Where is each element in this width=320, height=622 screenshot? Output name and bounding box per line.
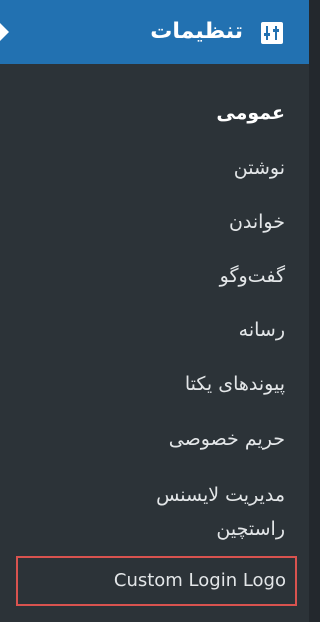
- submenu-item-general[interactable]: عمومی: [216, 100, 285, 126]
- submenu-item-media[interactable]: رسانه: [239, 317, 285, 343]
- submenu-item-permalinks[interactable]: پیوندهای یکتا: [185, 371, 285, 397]
- settings-menu-header[interactable]: تنظیمات: [0, 0, 309, 64]
- menu-title: تنظیمات: [150, 19, 243, 44]
- submenu-item-discussion[interactable]: گفت‌وگو: [220, 263, 285, 289]
- submenu-item-privacy[interactable]: حریم خصوصی: [169, 426, 285, 452]
- settings-submenu: عمومی نوشتن خواندن گفت‌وگو رسانه پیوندها…: [0, 64, 309, 622]
- submenu-item-writing[interactable]: نوشتن: [234, 155, 285, 181]
- submenu-item-reading[interactable]: خواندن: [229, 209, 285, 235]
- submenu-item-license-management[interactable]: مدیریت لایسنس راستچین: [85, 478, 285, 546]
- submenu-item-custom-login-logo[interactable]: Custom Login Logo: [16, 556, 297, 606]
- settings-sliders-icon: [261, 22, 283, 44]
- menu-pointer-icon: [0, 23, 9, 41]
